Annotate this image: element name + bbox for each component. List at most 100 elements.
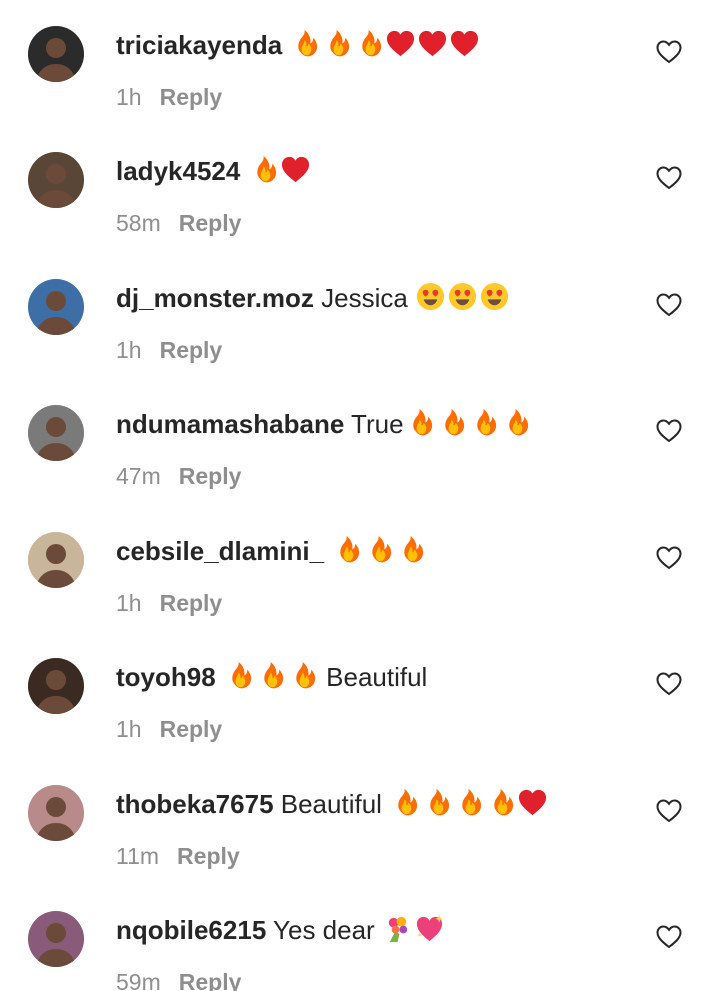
fire-emoji-icon xyxy=(331,534,362,565)
comment-row: nqobile6215 Yes dear 59m Reply xyxy=(0,911,720,991)
heart-emoji-icon xyxy=(517,787,548,818)
comment-row: dj_monster.moz Jessica 1h Reply xyxy=(0,279,720,405)
fire-emoji-icon xyxy=(353,28,384,59)
heart-emoji-icon xyxy=(449,28,480,59)
comment-body: Jessica xyxy=(313,283,416,313)
fire-emoji-icon xyxy=(287,660,318,691)
reply-button[interactable]: Reply xyxy=(160,337,223,363)
avatar[interactable] xyxy=(28,911,84,967)
fire-emoji-icon xyxy=(421,787,452,818)
comment-body xyxy=(240,156,247,186)
comment-meta: 47m Reply xyxy=(116,461,241,491)
comment-timestamp: 47m xyxy=(116,463,161,489)
comment-timestamp: 1h xyxy=(116,590,142,616)
like-heart-icon[interactable] xyxy=(656,925,682,949)
reply-button[interactable]: Reply xyxy=(177,843,240,869)
comment-timestamp: 1h xyxy=(116,716,142,742)
fire-emoji-icon xyxy=(223,660,254,691)
comment-row: ladyk4524 58m Reply xyxy=(0,152,720,278)
like-heart-icon[interactable] xyxy=(656,166,682,190)
comment-body: Yes dear xyxy=(266,915,382,945)
avatar[interactable] xyxy=(28,532,84,588)
comment-username[interactable]: nqobile6215 xyxy=(116,915,266,945)
comments-list: triciakayenda 1h Reply ladyk4524 58m Reply d… xyxy=(0,0,720,991)
comment-text: cebsile_dlamini_ xyxy=(116,534,630,567)
like-heart-icon[interactable] xyxy=(656,799,682,823)
comment-username[interactable]: triciakayenda xyxy=(116,30,282,60)
comment-body xyxy=(282,30,289,60)
comment-body xyxy=(324,536,331,566)
bouquet-emoji-icon xyxy=(382,913,413,944)
heart-emoji-icon xyxy=(385,28,416,59)
heart-eyes-emoji-icon xyxy=(479,281,510,312)
sparkling-heart-emoji-icon xyxy=(414,913,445,944)
fire-emoji-icon xyxy=(395,534,426,565)
fire-emoji-icon xyxy=(485,787,516,818)
comment-username[interactable]: ladyk4524 xyxy=(116,156,240,186)
comment-meta: 11m Reply xyxy=(116,841,240,871)
fire-emoji-icon xyxy=(248,154,279,185)
reply-button[interactable]: Reply xyxy=(160,716,223,742)
like-heart-icon[interactable] xyxy=(656,672,682,696)
avatar[interactable] xyxy=(28,279,84,335)
heart-emoji-icon xyxy=(417,28,448,59)
comment-timestamp: 11m xyxy=(116,843,160,869)
comment-meta: 59m Reply xyxy=(116,967,241,991)
fire-emoji-icon xyxy=(255,660,286,691)
comment-body xyxy=(216,662,223,692)
avatar[interactable] xyxy=(28,26,84,82)
fire-emoji-icon xyxy=(404,407,435,438)
comment-text: ladyk4524 xyxy=(116,154,630,187)
reply-button[interactable]: Reply xyxy=(160,590,223,616)
comment-row: thobeka7675 Beautiful 11m Reply xyxy=(0,785,720,911)
like-heart-icon[interactable] xyxy=(656,546,682,570)
reply-button[interactable]: Reply xyxy=(179,210,242,236)
reply-button[interactable]: Reply xyxy=(179,969,242,991)
comment-row: cebsile_dlamini_ 1h Reply xyxy=(0,532,720,658)
comment-meta: 1h Reply xyxy=(116,588,222,618)
comment-meta: 1h Reply xyxy=(116,335,222,365)
comment-body-trailing: Beautiful xyxy=(318,662,428,692)
comment-row: triciakayenda 1h Reply xyxy=(0,26,720,152)
comment-username[interactable]: ndumamashabane xyxy=(116,409,344,439)
fire-emoji-icon xyxy=(500,407,531,438)
comment-text: dj_monster.moz Jessica xyxy=(116,281,630,314)
comment-timestamp: 1h xyxy=(116,84,142,110)
comment-body: True xyxy=(344,409,404,439)
fire-emoji-icon xyxy=(436,407,467,438)
heart-emoji-icon xyxy=(280,154,311,185)
comment-username[interactable]: cebsile_dlamini_ xyxy=(116,536,324,566)
fire-emoji-icon xyxy=(321,28,352,59)
avatar[interactable] xyxy=(28,405,84,461)
fire-emoji-icon xyxy=(468,407,499,438)
comment-timestamp: 59m xyxy=(116,969,161,991)
comment-username[interactable]: dj_monster.moz xyxy=(116,283,314,313)
heart-eyes-emoji-icon xyxy=(447,281,478,312)
reply-button[interactable]: Reply xyxy=(179,463,242,489)
comment-username[interactable]: toyoh98 xyxy=(116,662,216,692)
comment-timestamp: 58m xyxy=(116,210,161,236)
reply-button[interactable]: Reply xyxy=(160,84,223,110)
comment-text: thobeka7675 Beautiful xyxy=(116,787,630,820)
like-heart-icon[interactable] xyxy=(656,40,682,64)
comment-meta: 1h Reply xyxy=(116,82,222,112)
like-heart-icon[interactable] xyxy=(656,419,682,443)
avatar[interactable] xyxy=(28,785,84,841)
like-heart-icon[interactable] xyxy=(656,293,682,317)
comment-text: ndumamashabane True xyxy=(116,407,630,440)
fire-emoji-icon xyxy=(363,534,394,565)
comment-username[interactable]: thobeka7675 xyxy=(116,789,274,819)
fire-emoji-icon xyxy=(453,787,484,818)
comment-text: triciakayenda xyxy=(116,28,630,61)
comment-text: nqobile6215 Yes dear xyxy=(116,913,630,946)
avatar[interactable] xyxy=(28,658,84,714)
comment-body: Beautiful xyxy=(273,789,390,819)
comment-text: toyoh98 Beautiful xyxy=(116,660,630,693)
avatar[interactable] xyxy=(28,152,84,208)
heart-eyes-emoji-icon xyxy=(415,281,446,312)
fire-emoji-icon xyxy=(389,787,420,818)
comment-timestamp: 1h xyxy=(116,337,142,363)
comment-meta: 1h Reply xyxy=(116,714,222,744)
comment-row: toyoh98 Beautiful 1h Reply xyxy=(0,658,720,784)
comment-row: ndumamashabane True 47m Reply xyxy=(0,405,720,531)
